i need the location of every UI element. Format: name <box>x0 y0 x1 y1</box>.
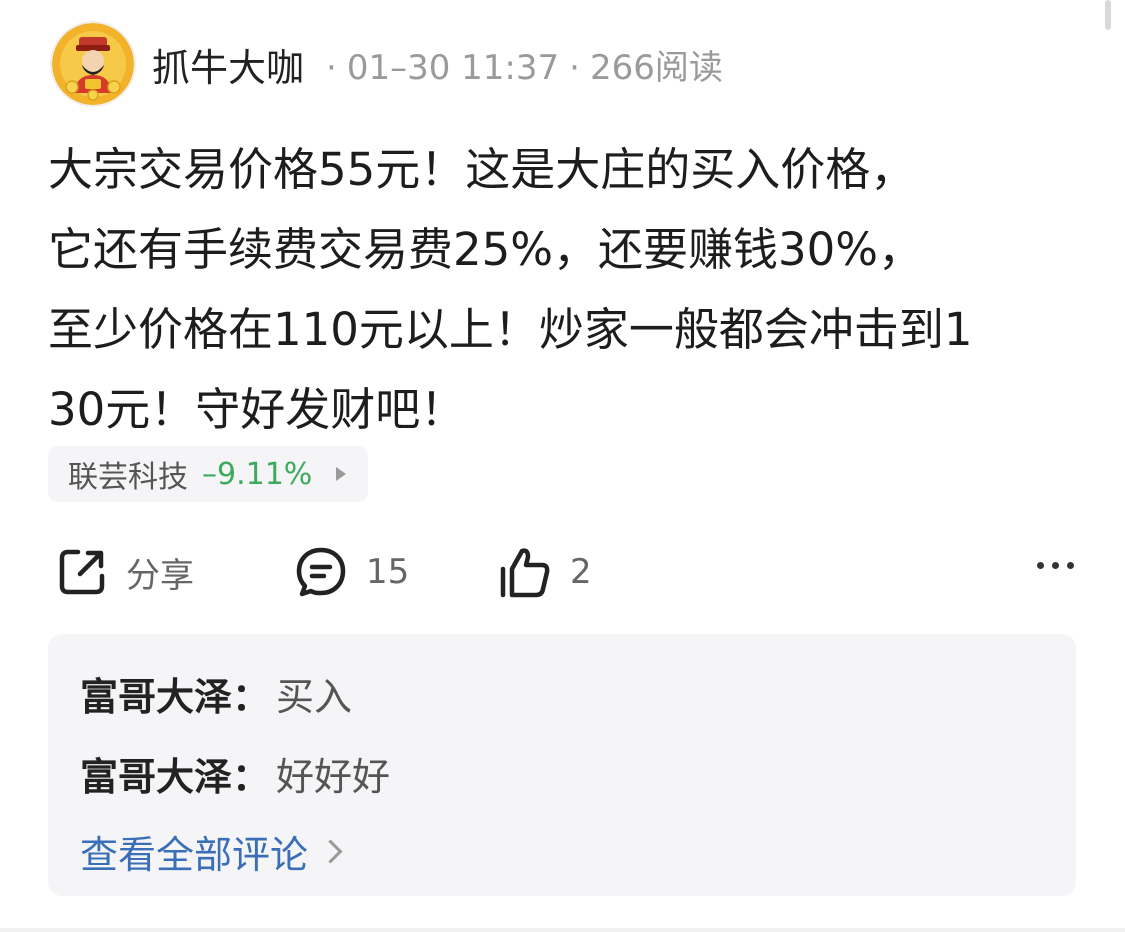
post-header: 抓牛大咖 · 01–30 11:37 · 266阅读 <box>50 20 723 108</box>
comment-count: 15 <box>366 552 410 592</box>
more-dot <box>1052 562 1059 569</box>
post-text-line: 30元！守好发财吧！ <box>48 383 466 436</box>
more-dot <box>1067 562 1074 569</box>
read-count: 266阅读 <box>589 47 723 88</box>
meta-separator: · <box>326 47 337 88</box>
comment-item[interactable]: 富哥大泽： 好好好 <box>80 746 390 801</box>
stock-name: 联芸科技 <box>68 460 188 495</box>
divider <box>0 928 1125 932</box>
comment-text: 好好好 <box>276 755 391 799</box>
comment-separator: ： <box>232 755 271 799</box>
stock-chip[interactable]: 联芸科技 –9.11% <box>48 446 369 502</box>
scroll-indicator[interactable] <box>1105 0 1111 30</box>
play-arrow-icon <box>336 467 347 481</box>
comment-preview-panel: 富哥大泽： 买入 富哥大泽： 好好好 查看全部评论 <box>48 634 1076 896</box>
comment-button[interactable]: 15 <box>294 540 409 604</box>
post-text-line: 大宗交易价格55元！这是大庄的买入价格， <box>48 143 916 196</box>
post-text-line: 它还有手续费交易费25%，还要赚钱30%， <box>48 223 924 276</box>
avatar-image <box>52 23 134 105</box>
comment-icon <box>296 547 346 597</box>
chevron-right-icon <box>318 839 343 864</box>
more-dot <box>1037 562 1044 569</box>
more-icon[interactable] <box>1037 562 1074 569</box>
share-icon <box>59 549 105 595</box>
avatar[interactable] <box>50 21 136 107</box>
comment-item[interactable]: 富哥大泽： 买入 <box>80 666 352 721</box>
post-body[interactable]: 大宗交易价格55元！这是大庄的买入价格， 它还有手续费交易费25%，还要赚钱30… <box>48 130 1078 450</box>
comment-separator: ： <box>232 675 271 719</box>
stock-change: –9.11% <box>202 456 313 492</box>
meta-separator: · <box>569 47 580 88</box>
like-button[interactable]: 2 <box>498 540 592 604</box>
author-name[interactable]: 抓牛大咖 <box>152 37 304 92</box>
comment-text: 买入 <box>276 675 353 719</box>
like-count: 2 <box>570 552 592 592</box>
share-button[interactable]: 分享 <box>56 540 194 604</box>
post-time: 01–30 11:37 <box>346 47 560 88</box>
share-label: 分享 <box>126 555 194 596</box>
action-bar: 分享 15 2 <box>50 540 1080 604</box>
post-meta: · 01–30 11:37 · 266阅读 <box>316 40 723 89</box>
view-all-comments-label: 查看全部评论 <box>80 833 309 877</box>
comment-author[interactable]: 富哥大泽 <box>80 755 232 799</box>
comment-author[interactable]: 富哥大泽 <box>80 675 232 719</box>
thumbs-up-icon <box>500 548 550 598</box>
view-all-comments-link[interactable]: 查看全部评论 <box>80 824 343 879</box>
post-text-line: 至少价格在110元以上！炒家一般都会冲击到1 <box>48 303 973 356</box>
